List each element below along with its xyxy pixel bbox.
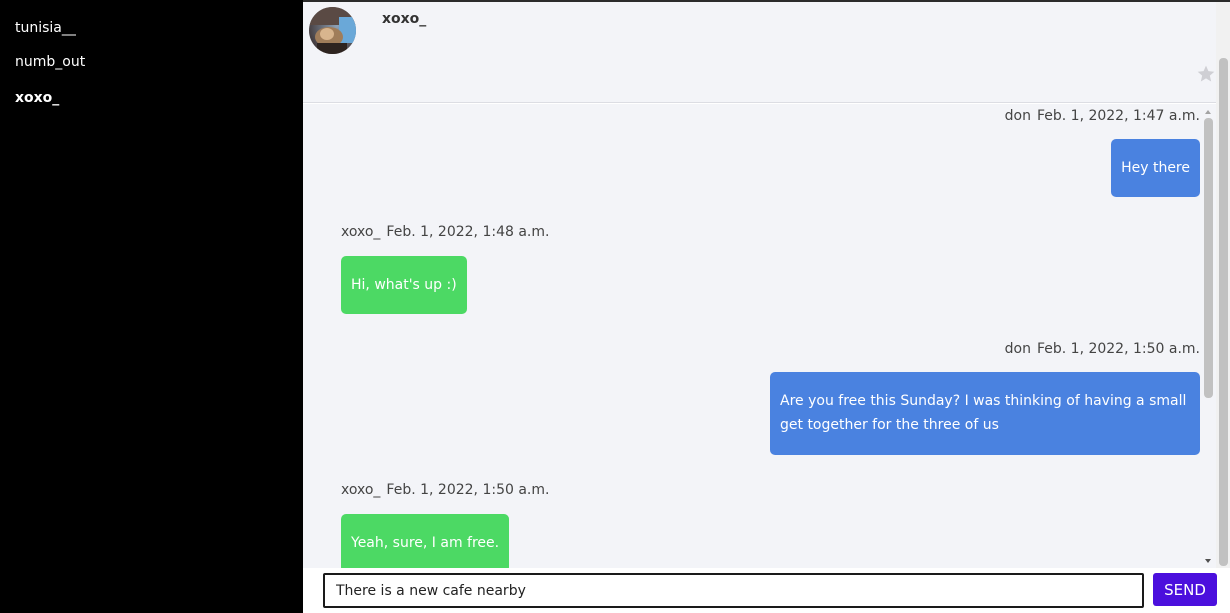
message-bubble: Hi, what's up :) <box>341 256 467 314</box>
message-sender: don <box>1004 108 1031 124</box>
message-time: Feb. 1, 2022, 1:47 a.m. <box>1036 108 1200 124</box>
sidebar-item-xoxo[interactable]: xoxo_ <box>15 89 59 107</box>
scroll-down-arrow-icon[interactable] <box>1205 559 1211 563</box>
message-sender: xoxo_ <box>341 224 381 240</box>
message-time: Feb. 1, 2022, 1:50 a.m. <box>1036 341 1200 357</box>
page-scrollbar-thumb[interactable] <box>1219 58 1228 566</box>
message-bubble: Hey there <box>1111 139 1200 197</box>
chat-header: xoxo_ <box>303 2 1216 103</box>
message-meta: don Feb. 1, 2022, 1:47 a.m. <box>1005 107 1200 125</box>
sidebar-item-tunisia[interactable]: tunisia__ <box>15 19 76 37</box>
message-time: Feb. 1, 2022, 1:50 a.m. <box>386 482 550 498</box>
message-meta: xoxo_ Feb. 1, 2022, 1:50 a.m. <box>341 481 549 499</box>
chat-header-name: xoxo_ <box>382 11 427 27</box>
message-time: Feb. 1, 2022, 1:48 a.m. <box>386 224 550 240</box>
send-button[interactable]: SEND <box>1153 573 1217 606</box>
message-meta: xoxo_ Feb. 1, 2022, 1:48 a.m. <box>341 223 549 241</box>
message-meta: don Feb. 1, 2022, 1:50 a.m. <box>1005 340 1200 358</box>
message-list: don Feb. 1, 2022, 1:47 a.m. Hey there xox… <box>303 104 1216 568</box>
message-bubble: Are you free this Sunday? I was thinking… <box>770 372 1200 455</box>
star-icon[interactable] <box>1196 64 1216 84</box>
message-scrollbar[interactable] <box>1201 104 1216 568</box>
sidebar: tunisia__ numb_out xoxo_ <box>0 0 303 613</box>
profile-photo-icon <box>309 7 356 54</box>
message-bubble: Yeah, sure, I am free. <box>341 514 510 568</box>
avatar[interactable] <box>309 7 356 54</box>
message-input[interactable] <box>323 573 1144 608</box>
message-sender: xoxo_ <box>341 482 381 498</box>
page-scrollbar[interactable] <box>1216 2 1230 568</box>
message-sender: don <box>1004 341 1031 357</box>
chat-app: tunisia__ numb_out xoxo_ xoxo_ don Feb. … <box>0 0 1230 613</box>
message-scrollbar-thumb[interactable] <box>1204 118 1213 398</box>
scroll-up-arrow-icon[interactable] <box>1205 110 1211 114</box>
composer: SEND <box>303 568 1230 613</box>
chat-panel: xoxo_ don Feb. 1, 2022, 1:47 a.m. Hey the… <box>303 0 1230 613</box>
sidebar-item-numb-out[interactable]: numb_out <box>15 53 85 71</box>
